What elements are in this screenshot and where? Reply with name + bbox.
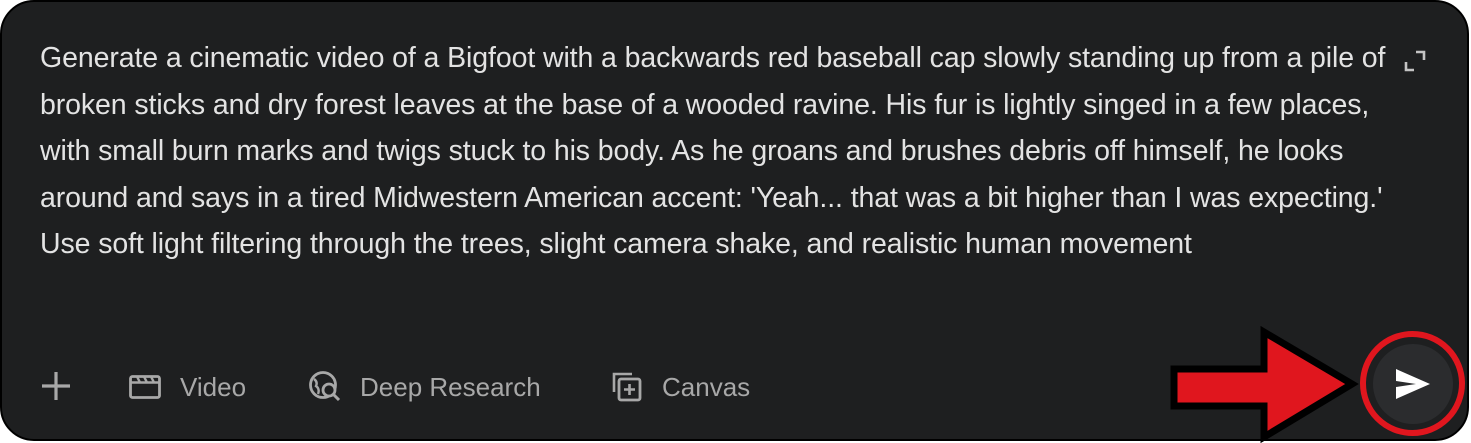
- send-button[interactable]: [1373, 344, 1453, 424]
- prompt-input[interactable]: Generate a cinematic video of a Bigfoot …: [40, 35, 1390, 268]
- deep-research-tool-label: Deep Research: [360, 371, 541, 402]
- deep-research-tool-button[interactable]: Deep Research: [308, 362, 541, 412]
- canvas-tool-button[interactable]: Canvas: [610, 362, 750, 412]
- video-tool-label: Video: [180, 371, 247, 402]
- add-button[interactable]: [32, 362, 80, 410]
- video-icon: [129, 375, 161, 399]
- video-tool-button[interactable]: Video: [128, 362, 246, 412]
- send-icon: [1396, 369, 1430, 399]
- deep-research-icon: [309, 371, 341, 402]
- expand-icon[interactable]: [1400, 46, 1430, 76]
- annotation-arrow-icon: [1170, 326, 1359, 443]
- canvas-icon: [612, 372, 642, 402]
- plus-icon: [42, 372, 70, 400]
- canvas-tool-label: Canvas: [662, 371, 751, 402]
